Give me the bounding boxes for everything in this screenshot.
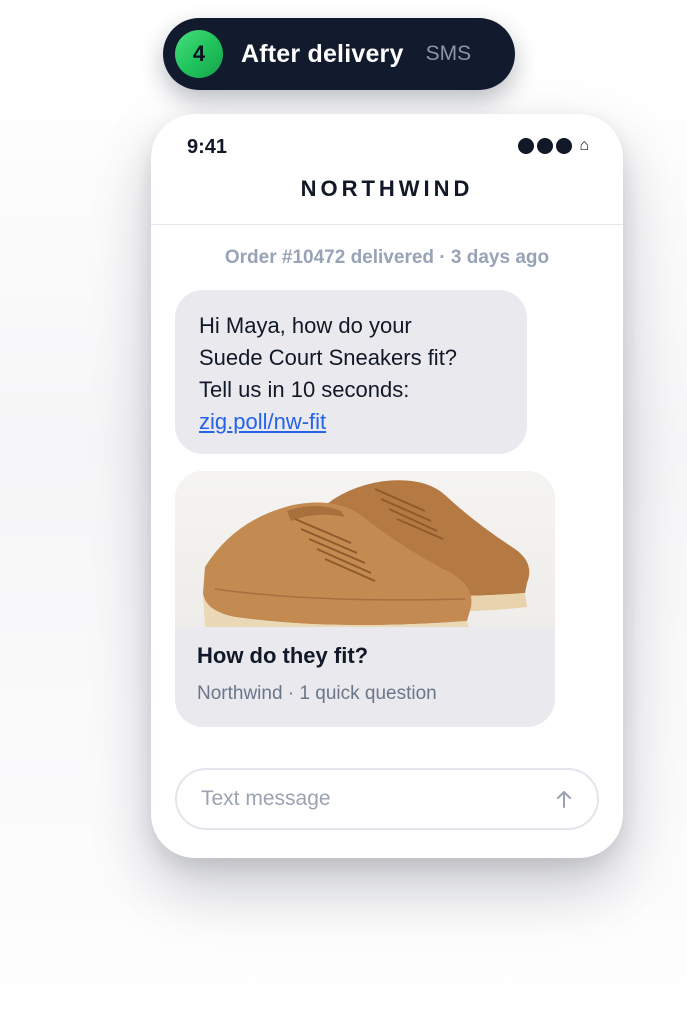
card-title: How do they fit? xyxy=(197,643,369,668)
composer-placeholder: Text message xyxy=(201,787,331,810)
message-line: Hi Maya, how do your xyxy=(199,313,412,338)
send-arrow-icon[interactable] xyxy=(553,788,575,810)
message-line: Suede Court Sneakers fit? xyxy=(199,345,458,370)
signal-dot-icon xyxy=(518,138,535,154)
sneakers-image xyxy=(175,471,555,627)
message-composer[interactable]: Text message xyxy=(175,768,599,830)
home-icon: ⌂ xyxy=(579,137,589,154)
order-meta: Order #10472 delivered · 3 days ago xyxy=(224,247,550,268)
channel-tag: SMS xyxy=(425,42,472,65)
status-time: 9:41 xyxy=(187,136,228,158)
message-bubble: Hi Maya, how do your Suede Court Sneaker… xyxy=(175,290,527,454)
poll-card[interactable]: How do they fit? Northwind · 1 quick que… xyxy=(175,471,555,727)
signal-dot-icon xyxy=(556,138,573,154)
message-line: Tell us in 10 seconds: xyxy=(199,377,410,402)
step-title: After delivery xyxy=(241,39,404,68)
step-pill: 4 After delivery SMS xyxy=(163,18,515,90)
poll-link[interactable]: zig.poll/nw-fit xyxy=(199,409,326,434)
phone-mockup: 9:41 ⌂ NORTHWIND Order #10472 delivered … xyxy=(151,114,623,858)
step-number-badge: 4 xyxy=(175,30,223,78)
status-icons: ⌂ xyxy=(518,138,589,154)
brand-name: NORTHWIND xyxy=(300,176,474,201)
signal-dot-icon xyxy=(537,138,554,154)
sneakers-illustration xyxy=(203,480,530,627)
card-subtitle: Northwind · 1 quick question xyxy=(197,683,437,704)
header-divider xyxy=(151,224,623,225)
